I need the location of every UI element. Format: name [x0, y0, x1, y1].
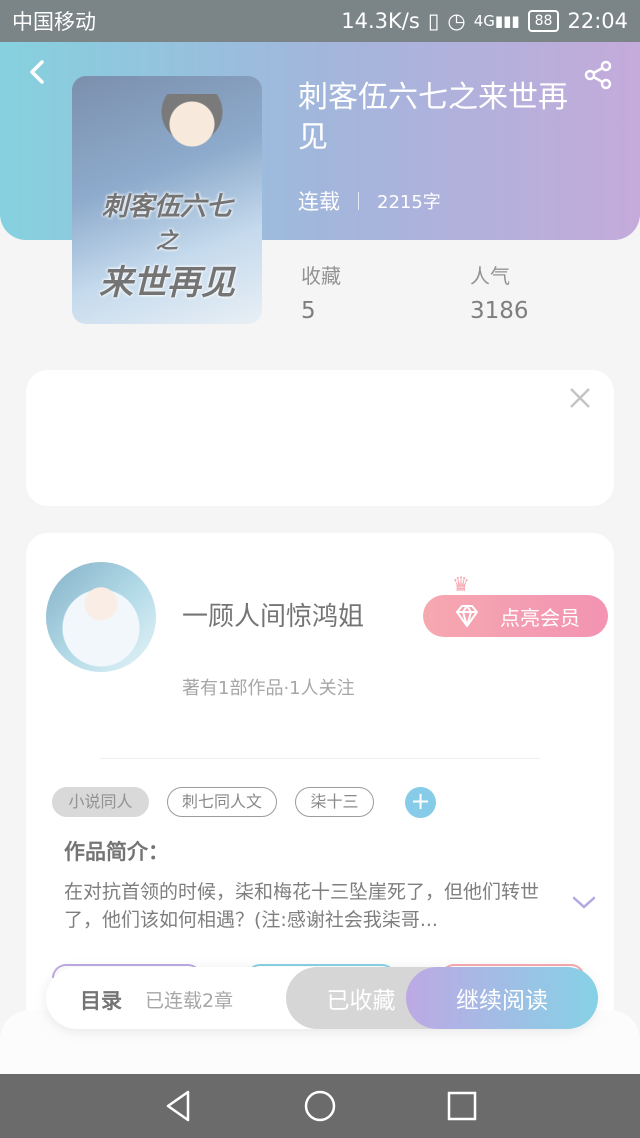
carrier-label: 中国移动 — [12, 10, 96, 34]
diamond-icon — [453, 602, 481, 630]
meta-divider — [358, 192, 359, 210]
ad-card — [26, 370, 614, 506]
author-name[interactable]: 一顾人间惊鸿姐 — [182, 596, 364, 633]
clock: 22:04 — [567, 9, 628, 33]
tag-item[interactable]: 柒十三 — [295, 787, 374, 817]
chapter-count[interactable]: 已连载2章 — [145, 986, 233, 1013]
network-speed: 14.3K/s — [341, 9, 420, 33]
vip-button[interactable]: 点亮会员 — [423, 595, 608, 637]
intro-text: 在对抗首领的时候，柒和梅花十三坠崖死了，但他们转世了，他们该如何相遇？(注:感谢… — [64, 881, 540, 931]
favorites-count: 5 — [301, 298, 316, 324]
nav-home-icon[interactable] — [302, 1088, 338, 1124]
intro-title: 作品简介： — [64, 840, 169, 864]
book-title: 刺客伍六七之来世再见 — [298, 80, 568, 155]
toc-button[interactable]: 目录 — [80, 985, 122, 1015]
serial-status: 连载 — [298, 190, 340, 214]
back-icon[interactable] — [26, 58, 50, 86]
word-count: 2215字 — [377, 192, 441, 213]
battery-icon: 88 — [527, 10, 560, 32]
signal-icon: 4G▮▮▮ — [473, 12, 520, 30]
status-bar: 中国移动 14.3K/s ▯ ◷ 4G▮▮▮ 88 22:04 — [0, 0, 640, 42]
author-summary: 著有1部作品·1人关注 — [182, 678, 355, 699]
author-avatar[interactable] — [46, 562, 156, 672]
cover-title-art: 刺客伍六七 之 来世再见 — [99, 192, 235, 303]
favorites-label: 收藏 — [301, 264, 341, 288]
popularity-count: 3186 — [470, 298, 529, 324]
alarm-icon: ◷ — [447, 9, 466, 33]
divider — [100, 758, 540, 759]
vibrate-icon: ▯ — [427, 9, 440, 33]
vip-button-label: 点亮会员 — [500, 605, 580, 630]
crown-icon: ♛ — [452, 572, 470, 596]
book-cover[interactable]: 刺客伍六七 之 来世再见 — [72, 76, 262, 324]
close-icon[interactable] — [566, 384, 594, 412]
chevron-down-icon[interactable] — [568, 890, 600, 914]
add-tag-icon[interactable]: + — [405, 787, 436, 818]
nav-recents-icon[interactable] — [444, 1088, 480, 1124]
tag-item[interactable]: 刺七同人文 — [167, 787, 277, 817]
book-meta: 连载 2215字 — [298, 186, 441, 216]
continue-reading-button[interactable]: 继续阅读 — [406, 967, 598, 1029]
nav-back-icon[interactable] — [160, 1088, 196, 1124]
popularity-label: 人气 — [470, 264, 510, 288]
tag-item[interactable]: 小说同人 — [52, 787, 149, 817]
cover-character — [152, 94, 232, 194]
